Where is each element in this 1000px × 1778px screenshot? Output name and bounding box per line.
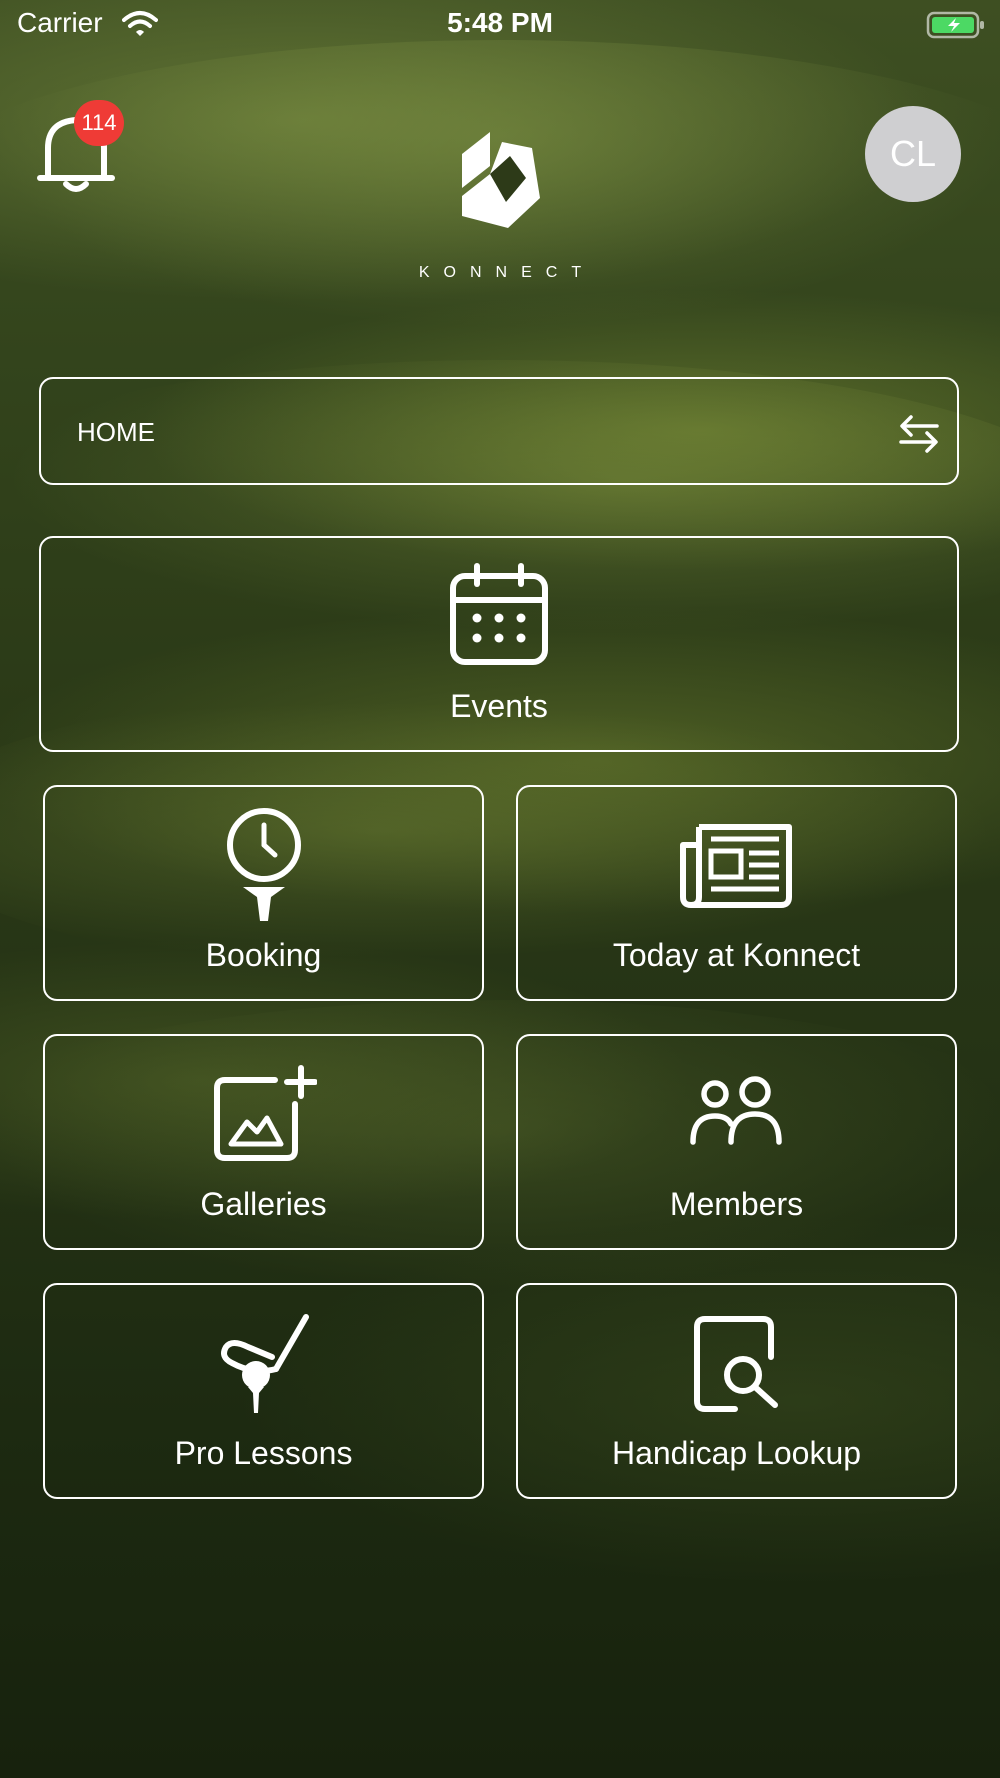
golf-tee-clock-icon — [45, 807, 482, 925]
golf-club-ball-icon — [45, 1313, 482, 1417]
calendar-icon — [41, 562, 957, 668]
club-selector-label: HOME — [77, 417, 155, 447]
members-label: Members — [669, 1186, 804, 1222]
handicap-lookup-label: Handicap Lookup — [611, 1435, 862, 1471]
pro-lessons-tile[interactable]: Pro Lessons — [43, 1283, 484, 1499]
today-at-konnect-label: Today at Konnect — [612, 937, 861, 973]
events-tile[interactable]: Events — [39, 536, 959, 752]
events-label: Events — [450, 688, 548, 724]
notification-count-badge: 114 — [74, 100, 124, 146]
club-selector[interactable]: HOME — [39, 377, 959, 485]
clock-time: 5:48 PM — [447, 7, 553, 38]
add-photo-icon — [45, 1064, 482, 1164]
document-search-icon — [518, 1313, 955, 1415]
booking-tile[interactable]: Booking — [43, 785, 484, 1001]
handicap-lookup-tile[interactable]: Handicap Lookup — [516, 1283, 957, 1499]
status-bar: Carrier 5:48 PM — [0, 0, 1000, 50]
home-screen: Carrier 5:48 PM 114 KONNECT CL HOME Even… — [0, 0, 1000, 1778]
swap-arrows-icon[interactable] — [897, 413, 941, 458]
members-icon — [518, 1076, 955, 1148]
galleries-tile[interactable]: Galleries — [43, 1034, 484, 1250]
newspaper-icon — [518, 821, 955, 909]
galleries-label: Galleries — [200, 1186, 327, 1222]
pro-lessons-label: Pro Lessons — [174, 1435, 353, 1471]
konnect-wordmark: KONNECT — [418, 264, 596, 281]
members-tile[interactable]: Members — [516, 1034, 957, 1250]
today-at-konnect-tile[interactable]: Today at Konnect — [516, 785, 957, 1001]
konnect-logo-icon — [450, 126, 550, 241]
booking-label: Booking — [205, 937, 322, 973]
user-avatar[interactable]: CL — [865, 106, 961, 202]
battery-icon — [926, 10, 986, 45]
